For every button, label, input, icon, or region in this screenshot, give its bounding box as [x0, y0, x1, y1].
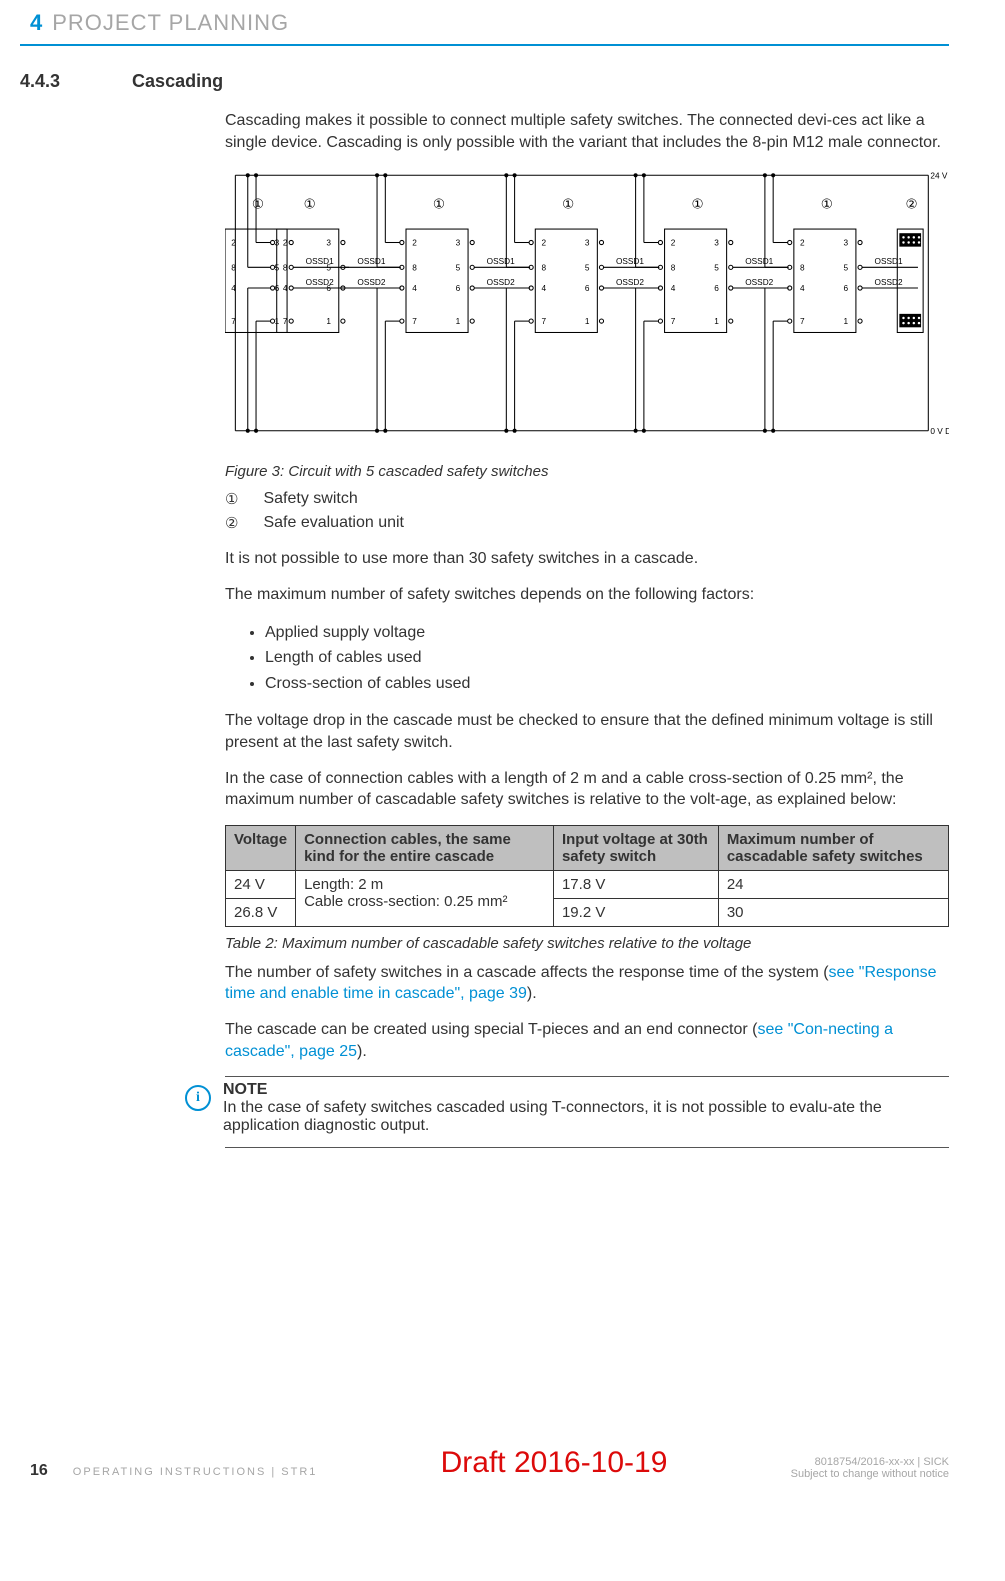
- chapter-title: PROJECT PLANNING: [52, 10, 289, 36]
- note-block: i NOTE In the case of safety switches ca…: [185, 1081, 949, 1135]
- table-cell: 30: [718, 898, 948, 926]
- svg-text:4: 4: [231, 284, 236, 293]
- disclaimer: Subject to change without notice: [791, 1468, 949, 1480]
- page-number: 16: [30, 1462, 48, 1480]
- note-rule-bottom: [225, 1147, 949, 1148]
- table-row: 24 V Length: 2 m Cable cross-section: 0.…: [226, 870, 949, 898]
- manual-title: OPERATING INSTRUCTIONS | STR1: [73, 1466, 318, 1478]
- page-footer: 16 OPERATING INSTRUCTIONS | STR1 Draft 2…: [20, 1446, 949, 1490]
- table-header: Connection cables, the same kind for the…: [296, 825, 554, 870]
- body-paragraph: It is not possible to use more than 30 s…: [225, 548, 949, 570]
- doc-id: 8018754/2016-xx-xx | SICK: [791, 1456, 949, 1468]
- legend-text: Safe evaluation unit: [263, 514, 404, 532]
- section-number: 4.4.3: [20, 71, 60, 92]
- table-caption: Table 2: Maximum number of cascadable sa…: [225, 935, 949, 952]
- list-item: Applied supply voltage: [265, 620, 949, 646]
- circuit-figure: .l{stroke:#000;stroke-width:1;fill:none}…: [225, 167, 949, 446]
- table-header: Voltage: [226, 825, 296, 870]
- table-header: Maximum number of cascadable safety swit…: [718, 825, 948, 870]
- table-cell: 19.2 V: [553, 898, 718, 926]
- intro-paragraph: Cascading makes it possible to connect m…: [225, 110, 949, 153]
- svg-text:7: 7: [231, 317, 236, 326]
- bullet-list: Applied supply voltage Length of cables …: [225, 620, 949, 697]
- note-rule-top: [225, 1076, 949, 1077]
- table-header-row: Voltage Connection cables, the same kind…: [226, 825, 949, 870]
- legend-text: Safety switch: [263, 490, 357, 508]
- info-icon: i: [185, 1085, 211, 1111]
- svg-text:②: ②: [906, 197, 918, 212]
- chapter-number: 4: [30, 10, 42, 36]
- svg-text:2: 2: [231, 239, 236, 248]
- body-paragraph: The cascade can be created using special…: [225, 1019, 949, 1062]
- svg-text:0 V DC: 0 V DC: [930, 427, 949, 436]
- section-heading: 4.4.3 Cascading: [20, 71, 949, 92]
- section-title: Cascading: [132, 71, 223, 92]
- running-head: 4 PROJECT PLANNING: [20, 10, 949, 36]
- table-cell: 24 V: [226, 870, 296, 898]
- body-paragraph: The number of safety switches in a casca…: [225, 962, 949, 1005]
- figure-caption: Figure 3: Circuit with 5 cascaded safety…: [225, 463, 949, 480]
- legend-item: ② Safe evaluation unit: [225, 514, 949, 532]
- body-paragraph: In the case of connection cables with a …: [225, 768, 949, 811]
- list-item: Cross-section of cables used: [265, 671, 949, 697]
- note-heading: NOTE: [223, 1081, 949, 1099]
- body-paragraph: The voltage drop in the cascade must be …: [225, 710, 949, 753]
- list-item: Length of cables used: [265, 645, 949, 671]
- table-cell: 24: [718, 870, 948, 898]
- legend-item: ① Safety switch: [225, 490, 949, 508]
- table-cell: 26.8 V: [226, 898, 296, 926]
- table-cell: 17.8 V: [553, 870, 718, 898]
- svg-text:8: 8: [231, 264, 236, 273]
- note-text: In the case of safety switches cascaded …: [223, 1099, 949, 1135]
- header-rule: [20, 44, 949, 46]
- svg-text:①: ①: [252, 197, 264, 212]
- draft-watermark: Draft 2016-10-19: [441, 1446, 668, 1480]
- legend-marker: ①: [225, 490, 238, 508]
- table-header: Input voltage at 30th safety switch: [553, 825, 718, 870]
- svg-text:24 V DC: 24 V DC: [930, 172, 949, 181]
- body-paragraph: The maximum number of safety switches de…: [225, 584, 949, 606]
- legend-marker: ②: [225, 514, 238, 532]
- cascade-table: Voltage Connection cables, the same kind…: [225, 825, 949, 927]
- table-cell: Length: 2 m Cable cross-section: 0.25 mm…: [296, 870, 554, 926]
